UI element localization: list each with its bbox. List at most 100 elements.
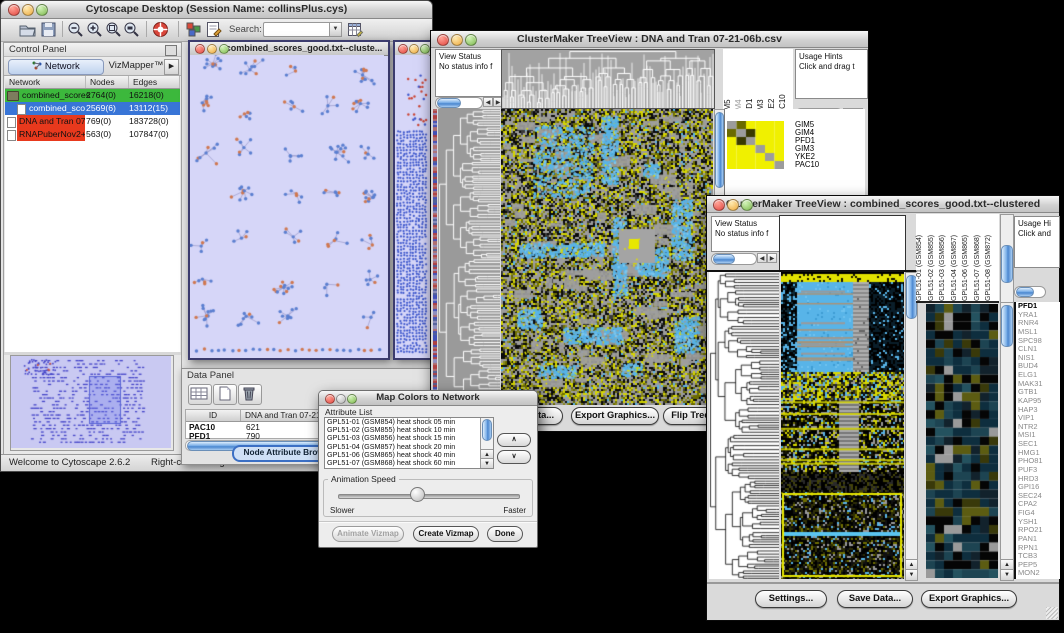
- speed-slider-track[interactable]: [338, 494, 520, 499]
- search-input[interactable]: [263, 22, 331, 37]
- view-status-scrollbar[interactable]: [711, 253, 757, 265]
- row-label[interactable]: YRA1: [1016, 311, 1060, 320]
- network-canvas-2[interactable]: [395, 55, 429, 356]
- global-heatmap[interactable]: [781, 272, 904, 579]
- column-label[interactable]: GPL51-06 (GSM865): [962, 214, 974, 301]
- minimize-button[interactable]: [336, 394, 346, 404]
- zoom-selected-icon[interactable]: [105, 21, 122, 38]
- row-label[interactable]: SEC1: [1016, 440, 1060, 449]
- resize-grip[interactable]: [1046, 607, 1058, 619]
- row-label[interactable]: MSI1: [1016, 431, 1060, 440]
- treeview-dna-titlebar[interactable]: ClusterMaker TreeView : DNA and Tran 07-…: [431, 31, 868, 48]
- column-label[interactable]: GPL51-08 (GSM872): [985, 214, 997, 301]
- done-button[interactable]: Done: [487, 526, 523, 542]
- settings-button[interactable]: Settings...: [755, 590, 827, 608]
- tab-network[interactable]: Network: [8, 59, 104, 75]
- attribute-item[interactable]: GPL51-07 (GSM868) heat shock 60 min: [325, 459, 493, 467]
- network-list-row[interactable]: combined_sco2569(6)13112(15): [5, 102, 180, 115]
- close-button[interactable]: [8, 4, 20, 16]
- row-label[interactable]: NTR2: [1016, 423, 1060, 432]
- row-dendrogram[interactable]: [709, 272, 779, 579]
- zoom-fit-icon[interactable]: [123, 21, 140, 38]
- network-canvas[interactable]: [190, 55, 384, 356]
- heatmap-vscrollbar[interactable]: ▲▼: [905, 272, 918, 581]
- row-label[interactable]: ELG1: [1016, 371, 1060, 380]
- row-label[interactable]: BUD4: [1016, 362, 1060, 371]
- usage-hints-scrollbar[interactable]: [1014, 286, 1046, 298]
- row-label[interactable]: SPC98: [1016, 337, 1060, 346]
- birdseye-view[interactable]: [10, 355, 174, 451]
- zoom-button[interactable]: [420, 44, 430, 54]
- zoom-heatmap[interactable]: [926, 304, 998, 578]
- tab-overflow-button[interactable]: ▶: [164, 59, 179, 75]
- row-label[interactable]: HRD3: [1016, 475, 1060, 484]
- close-button[interactable]: [713, 199, 725, 211]
- close-button[interactable]: [325, 394, 335, 404]
- new-attribute-button[interactable]: [213, 384, 237, 405]
- row-label[interactable]: MON2: [1016, 569, 1060, 578]
- attribute-list-scrollbar[interactable]: ▲▼: [480, 418, 493, 468]
- network-list-row[interactable]: DNA and Tran 07769(0)183728(0): [5, 115, 180, 128]
- row-label[interactable]: HMG1: [1016, 449, 1060, 458]
- row-label[interactable]: GPI16: [1016, 483, 1060, 492]
- global-heatmap[interactable]: [501, 109, 713, 405]
- export-graphics-button[interactable]: Export Graphics...: [921, 590, 1017, 608]
- zoom-button[interactable]: [741, 199, 753, 211]
- network-view-titlebar[interactable]: combined_scores_good.txt--cluste...: [190, 42, 388, 56]
- zoom-button[interactable]: [219, 44, 229, 54]
- minimize-button[interactable]: [451, 34, 463, 46]
- row-label[interactable]: PHO81: [1016, 457, 1060, 466]
- search-dropdown-icon[interactable]: ▼: [329, 22, 342, 37]
- minimize-button[interactable]: [409, 44, 419, 54]
- row-label[interactable]: MAK31: [1016, 380, 1060, 389]
- row-label[interactable]: HAP3: [1016, 406, 1060, 415]
- save-icon[interactable]: [40, 21, 57, 38]
- close-button[interactable]: [398, 44, 408, 54]
- minimize-button[interactable]: [22, 4, 34, 16]
- zoom-in-icon[interactable]: [86, 21, 103, 38]
- row-label[interactable]: PEP5: [1016, 561, 1060, 570]
- dialog-titlebar[interactable]: Map Colors to Network: [319, 391, 537, 406]
- float-panel-icon[interactable]: [165, 45, 177, 56]
- move-down-button[interactable]: ∨: [497, 450, 531, 464]
- zoom-heatmap[interactable]: [727, 121, 784, 169]
- network-list-row[interactable]: combined_scores2764(0)16218(0): [5, 89, 180, 102]
- minimize-button[interactable]: [727, 199, 739, 211]
- treeview-combined-titlebar[interactable]: ClusterMaker TreeView : combined_scores_…: [707, 196, 1059, 213]
- row-label[interactable]: PAN1: [1016, 535, 1060, 544]
- close-button[interactable]: [437, 34, 449, 46]
- view-status-scrollbar[interactable]: [435, 97, 483, 109]
- row-label[interactable]: RPO21: [1016, 526, 1060, 535]
- close-button[interactable]: [195, 44, 205, 54]
- row-label[interactable]: GTB1: [1016, 388, 1060, 397]
- row-label[interactable]: KAP95: [1016, 397, 1060, 406]
- row-label[interactable]: CLN1: [1016, 345, 1060, 354]
- row-label[interactable]: YSH1: [1016, 518, 1060, 527]
- minimize-button[interactable]: [207, 44, 217, 54]
- row-label[interactable]: PFD1: [1016, 302, 1060, 311]
- main-window-titlebar[interactable]: Cytoscape Desktop (Session Name: collins…: [1, 1, 432, 19]
- col-edges[interactable]: Edges: [129, 76, 180, 88]
- zoom-button[interactable]: [347, 394, 357, 404]
- zoom-out-icon[interactable]: [67, 21, 84, 38]
- row-label[interactable]: VIP1: [1016, 414, 1060, 423]
- row-label[interactable]: MSL1: [1016, 328, 1060, 337]
- column-dendrogram[interactable]: [501, 49, 715, 109]
- move-up-button[interactable]: ∧: [497, 433, 531, 447]
- column-labels-scrollbar[interactable]: [1000, 214, 1014, 303]
- export-graphics-button[interactable]: Export Graphics...: [571, 407, 659, 425]
- save-data-button[interactable]: Save Data...: [837, 590, 913, 608]
- attribute-browser-icon[interactable]: [347, 21, 364, 38]
- column-label[interactable]: GPL51-04 (GSM857): [951, 214, 963, 301]
- gene-list-scrollbar[interactable]: ▲▼: [1000, 302, 1014, 581]
- row-label[interactable]: CPA2: [1016, 500, 1060, 509]
- scroll-arrows[interactable]: ◀▶: [757, 253, 777, 263]
- select-attributes-button[interactable]: [188, 384, 212, 405]
- network-view-2-titlebar[interactable]: [395, 42, 433, 56]
- row-label[interactable]: NIS1: [1016, 354, 1060, 363]
- column-label[interactable]: GPL51-07 (GSM868): [974, 214, 986, 301]
- zoom-button[interactable]: [36, 4, 48, 16]
- row-label[interactable]: RNR4: [1016, 319, 1060, 328]
- speed-slider-thumb[interactable]: [410, 487, 425, 502]
- create-vizmap-button[interactable]: Create Vizmap: [413, 526, 479, 542]
